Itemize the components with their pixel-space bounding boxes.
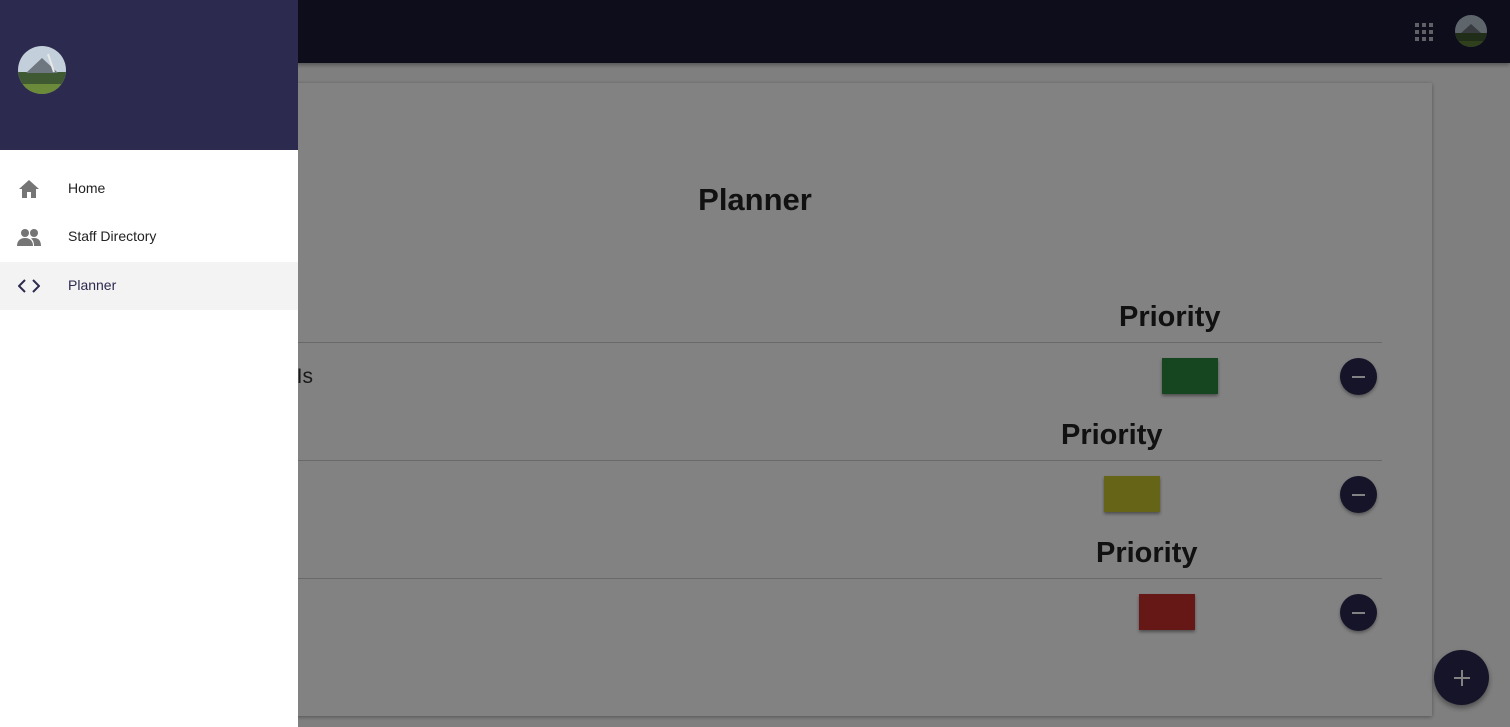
navigation-drawer: Home Staff Directory Planner [0, 0, 298, 727]
nav-item-label: Planner [68, 277, 117, 293]
nav-item-home[interactable]: Home [0, 165, 298, 213]
people-icon [17, 225, 41, 249]
nav-item-staff-directory[interactable]: Staff Directory [0, 213, 298, 261]
home-icon [17, 177, 41, 201]
drawer-avatar[interactable] [18, 46, 66, 94]
nav-item-planner[interactable]: Planner [0, 262, 298, 310]
nav-item-label: Home [68, 180, 106, 196]
code-icon [17, 274, 41, 298]
user-avatar-image [18, 46, 66, 94]
drawer-header [0, 0, 298, 150]
nav-item-label: Staff Directory [68, 228, 157, 244]
